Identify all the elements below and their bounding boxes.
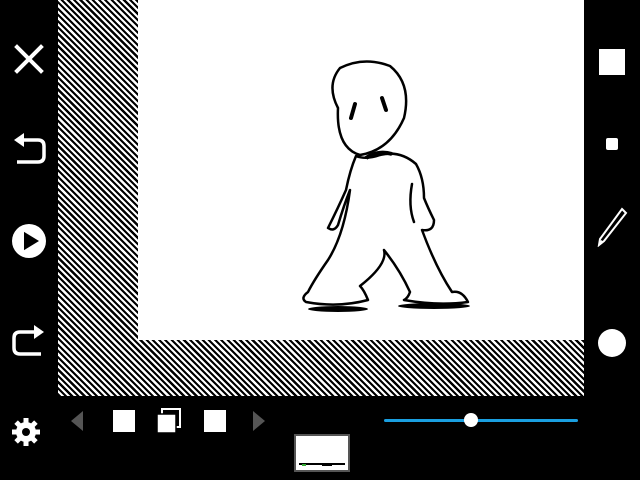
undo-icon: [14, 133, 46, 164]
left-toolbar: [0, 0, 58, 480]
redo-icon: [12, 325, 44, 356]
right-toolbar: [584, 0, 640, 480]
pen-tool-button[interactable]: [591, 206, 633, 248]
color-circle-icon: [598, 329, 626, 357]
brush-size-small-button[interactable]: [591, 123, 633, 165]
copy-frame-icon: [156, 408, 181, 434]
workspace-area: [58, 0, 584, 396]
next-frame-button[interactable]: [244, 406, 274, 436]
play-button[interactable]: [8, 220, 50, 262]
settings-button[interactable]: [5, 411, 47, 453]
pen-icon: [597, 207, 628, 247]
triangle-left-icon: [71, 411, 83, 431]
duplicate-frame-button[interactable]: [154, 406, 184, 436]
square-small-icon: [606, 138, 618, 150]
slider-thumb[interactable]: [464, 413, 479, 427]
frame-thumbnail-preview: [299, 439, 345, 465]
undo-button[interactable]: [8, 129, 50, 171]
timeline-bar: [58, 396, 584, 480]
add-frame-button[interactable]: [109, 406, 139, 436]
color-picker-button[interactable]: [591, 322, 633, 364]
slider-track: [384, 419, 578, 422]
frame-marker: [302, 464, 306, 466]
previous-frame-button[interactable]: [62, 406, 92, 436]
play-icon: [12, 224, 46, 258]
triangle-right-icon: [253, 411, 265, 431]
brush-size-large-button[interactable]: [591, 41, 633, 83]
frame-thumbnail[interactable]: [294, 434, 350, 472]
blank-frame-button[interactable]: [200, 406, 230, 436]
frame-marker: [322, 464, 332, 466]
close-icon: [14, 44, 44, 74]
square-large-icon: [599, 49, 625, 75]
close-button[interactable]: [8, 38, 50, 80]
redo-button[interactable]: [8, 321, 50, 363]
square-icon: [204, 410, 226, 432]
speed-slider[interactable]: [384, 410, 578, 430]
square-icon: [113, 410, 135, 432]
animation-app: [0, 0, 640, 480]
stick-figure-drawing: [302, 60, 470, 312]
drawing-canvas[interactable]: [138, 0, 584, 340]
gear-icon: [12, 418, 40, 446]
